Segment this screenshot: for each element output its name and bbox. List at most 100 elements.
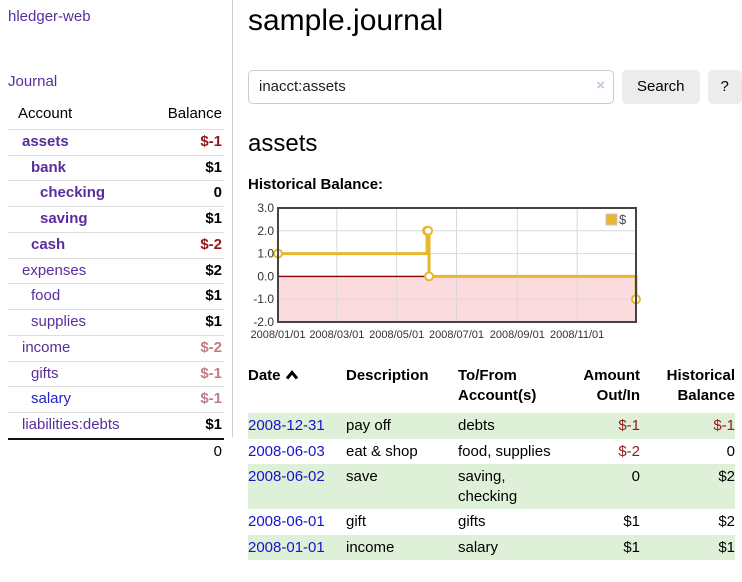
sidebar: hledger-web Journal Account Balance asse… [0, 0, 233, 437]
transaction-description: pay off [346, 413, 458, 439]
chart-legend: $ [606, 212, 627, 227]
transaction-amount: $-1 [562, 413, 640, 439]
account-link[interactable]: expenses [22, 262, 86, 279]
transaction-date-link[interactable]: 2008-01-01 [248, 539, 325, 556]
account-balance: $1 [152, 207, 224, 233]
transaction-description: gift [346, 509, 458, 535]
transaction-date-link[interactable]: 2008-06-02 [248, 468, 325, 485]
account-row: assets$-1 [8, 129, 224, 155]
account-link[interactable]: saving [40, 210, 88, 227]
register-header-date[interactable]: Date [248, 366, 346, 413]
transaction-balance: $2 [640, 509, 735, 535]
account-link[interactable]: supplies [31, 313, 86, 330]
transaction-accounts: debts [458, 413, 562, 439]
register-header-accounts: To/From Account(s) [458, 366, 562, 413]
transaction-balance: $2 [640, 464, 735, 509]
register-row[interactable]: 2008-12-31pay offdebts$-1$-1 [248, 413, 735, 439]
account-link[interactable]: cash [31, 236, 65, 253]
account-heading: assets [248, 130, 742, 158]
account-balance: $-1 [152, 387, 224, 413]
clear-search-icon[interactable]: × [596, 78, 605, 93]
register-header-description: Description [346, 366, 458, 413]
account-row: cash $-2 [8, 232, 224, 258]
account-link[interactable]: income [22, 339, 70, 356]
register-row[interactable]: 2008-01-01incomesalary$1$1 [248, 535, 735, 561]
main-content: sample.journal × Search ? assets Histori… [233, 0, 742, 560]
register-row[interactable]: 2008-06-03 eat & shopfood, supplies$-20 [248, 439, 735, 465]
app-layout: hledger-web Journal Account Balance asse… [0, 0, 742, 560]
accounts-table: Account Balance assets$-1bank$1checking0… [8, 103, 224, 465]
svg-text:-1.0: -1.0 [253, 292, 274, 306]
account-balance: $-1 [152, 361, 224, 387]
search-button[interactable]: Search [622, 70, 700, 104]
sort-ascending-icon [285, 370, 299, 380]
register-header-balance: Historical Balance [640, 366, 735, 413]
search-bar: × Search ? [248, 70, 742, 104]
account-link[interactable]: liabilities:debts [22, 416, 120, 433]
account-row: liabilities:debts $1 [8, 413, 224, 439]
account-row: supplies $1 [8, 310, 224, 336]
account-link[interactable]: food [31, 287, 60, 304]
transaction-balance: 0 [640, 439, 735, 465]
transaction-date-link[interactable]: 2008-06-03 [248, 443, 325, 460]
account-row: salary $-1 [8, 387, 224, 413]
account-link[interactable]: bank [31, 159, 66, 176]
svg-text:2.0: 2.0 [257, 224, 274, 238]
svg-text:3.0: 3.0 [257, 202, 274, 215]
svg-text:2008/01/01: 2008/01/01 [250, 329, 305, 341]
account-balance: $-2 [152, 335, 224, 361]
account-row: gifts $-1 [8, 361, 224, 387]
svg-text:$: $ [619, 212, 627, 227]
account-link[interactable]: checking [40, 184, 105, 201]
transaction-amount: $1 [562, 535, 640, 561]
accounts-total-row: 0 [8, 439, 224, 465]
svg-text:1.0: 1.0 [257, 247, 274, 261]
account-row: food $1 [8, 284, 224, 310]
register-header-amount: Amount Out/In [562, 366, 640, 413]
balance-chart-svg: $3.02.01.00.0-1.0-2.02008/01/012008/03/0… [248, 202, 646, 344]
brand-link[interactable]: hledger-web [8, 8, 224, 25]
help-button[interactable]: ? [708, 70, 742, 104]
account-link[interactable]: salary [31, 390, 71, 407]
account-row: income $-2 [8, 335, 224, 361]
chart-title: Historical Balance: [248, 176, 742, 193]
transaction-amount: $-2 [562, 439, 640, 465]
account-link[interactable]: assets [22, 133, 69, 150]
search-field-wrap: × [248, 70, 614, 104]
account-row: bank $1 [8, 155, 224, 181]
transaction-date-link[interactable]: 2008-12-31 [248, 417, 325, 434]
transaction-accounts: saving, checking [458, 464, 562, 509]
svg-text:2008/07/01: 2008/07/01 [429, 329, 484, 341]
accounts-total-balance: 0 [152, 439, 224, 465]
search-input[interactable] [248, 70, 614, 104]
account-link[interactable]: gifts [31, 365, 59, 382]
transaction-accounts: food, supplies [458, 439, 562, 465]
transaction-accounts: salary [458, 535, 562, 561]
page-title: sample.journal [248, 4, 742, 39]
account-balance: $2 [152, 258, 224, 284]
account-balance: $1 [152, 155, 224, 181]
transaction-balance: $1 [640, 535, 735, 561]
svg-text:2008/05/01: 2008/05/01 [369, 329, 424, 341]
balance-chart[interactable]: $3.02.01.00.0-1.0-2.02008/01/012008/03/0… [248, 202, 742, 349]
account-balance: $1 [152, 413, 224, 439]
transaction-description: save [346, 464, 458, 509]
transaction-description: income [346, 535, 458, 561]
transaction-amount: $1 [562, 509, 640, 535]
svg-text:0.0: 0.0 [257, 269, 274, 283]
account-balance: $1 [152, 310, 224, 336]
sidebar-item-journal[interactable]: Journal [8, 73, 224, 90]
transaction-accounts: gifts [458, 509, 562, 535]
transaction-date-link[interactable]: 2008-06-01 [248, 513, 325, 530]
account-balance: $-2 [152, 232, 224, 258]
account-balance: 0 [152, 181, 224, 207]
register-row[interactable]: 2008-06-02 savesaving, checking0$2 [248, 464, 735, 509]
transaction-balance: $-1 [640, 413, 735, 439]
account-balance: $1 [152, 284, 224, 310]
svg-text:2008/09/01: 2008/09/01 [490, 329, 545, 341]
svg-text:2008/11/01: 2008/11/01 [550, 329, 604, 341]
transaction-description: eat & shop [346, 439, 458, 465]
transaction-amount: 0 [562, 464, 640, 509]
register-row[interactable]: 2008-06-01 giftgifts$1$2 [248, 509, 735, 535]
account-row: saving $1 [8, 207, 224, 233]
